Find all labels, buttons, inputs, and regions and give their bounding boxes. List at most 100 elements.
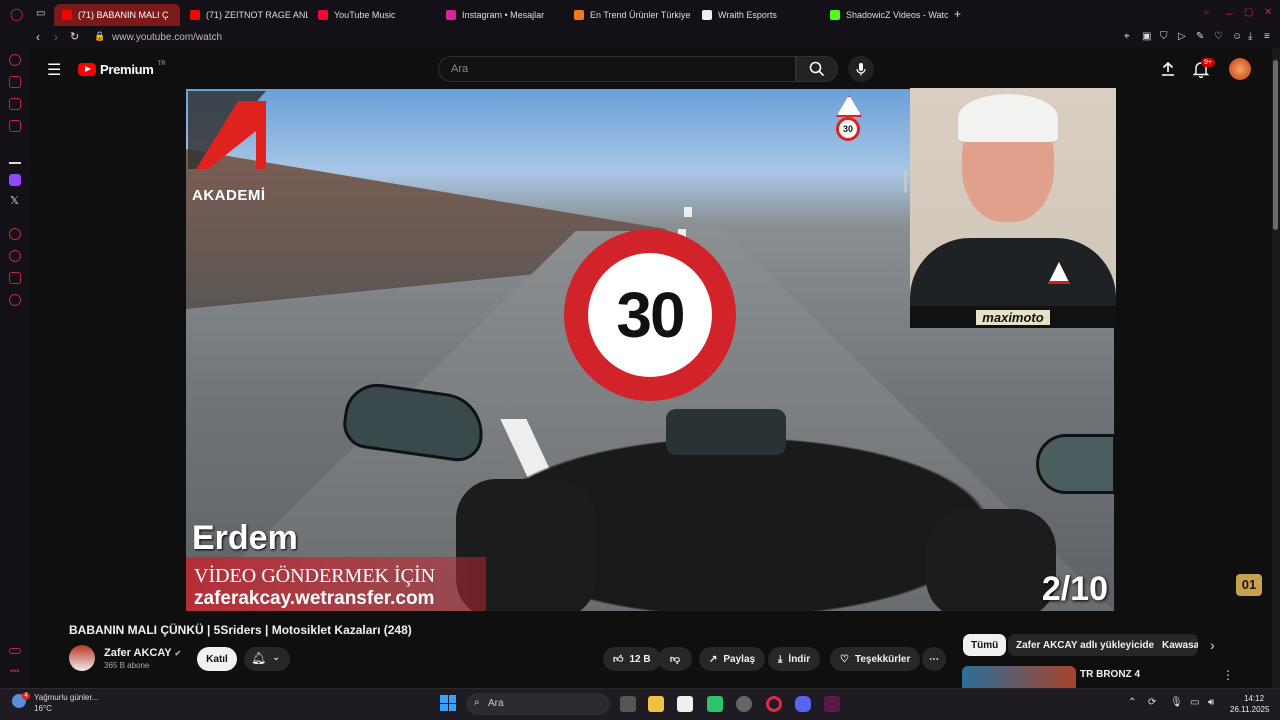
weather-text[interactable]: Yağmurlu günler... <box>34 693 98 702</box>
clock-app-icon[interactable] <box>736 696 752 712</box>
opera-browser-icon[interactable] <box>766 696 782 712</box>
player-icon[interactable] <box>9 228 21 240</box>
screenshot-icon[interactable]: ▣ <box>1142 31 1151 42</box>
search-tabs-icon[interactable]: ⌕ <box>1204 7 1210 18</box>
more-icon[interactable]: ••• <box>10 666 19 676</box>
akademi-logo <box>188 91 266 169</box>
channel-avatar[interactable] <box>69 645 95 671</box>
verified-icon: ✔ <box>174 649 182 658</box>
opera-menu-icon[interactable]: ◯ <box>10 7 23 21</box>
volume-icon[interactable]: 🔊︎ <box>1208 697 1214 708</box>
subscription-bell-button[interactable]: 🔔︎ ⌄ <box>244 647 290 671</box>
hamburger-menu-icon[interactable]: ☰ <box>47 60 61 80</box>
tab-label: (71) ZEITNOT RAGE ANLA <box>206 10 308 20</box>
search-input[interactable]: Ara <box>438 56 796 82</box>
tab-favicon-icon <box>62 10 72 20</box>
page-scrollbar-thumb[interactable] <box>1273 60 1278 230</box>
bag-icon[interactable] <box>9 76 21 88</box>
share-button[interactable]: ↗ Paylaş <box>699 647 766 671</box>
back-icon[interactable]: ‹ <box>36 30 40 44</box>
channel-watermark[interactable]: 01 <box>1236 574 1262 596</box>
battery-icon[interactable] <box>9 648 21 654</box>
new-tab-icon[interactable]: + <box>954 7 961 21</box>
tab-overview-icon[interactable]: ▭ <box>36 8 45 19</box>
taskbar-time[interactable]: 14:12 <box>1244 694 1264 703</box>
close-window-icon[interactable]: ✕ <box>1264 7 1272 18</box>
settings-icon[interactable] <box>9 294 21 306</box>
presenter-webcam: maximoto <box>910 88 1116 328</box>
tab-favicon-icon <box>190 10 200 20</box>
discord-icon[interactable] <box>795 696 811 712</box>
clock-icon[interactable] <box>9 250 21 262</box>
microphone-tray-icon[interactable]: 🎙︎ <box>1170 697 1183 708</box>
channel-name[interactable]: Zafer AKCAY ✔ <box>104 647 181 659</box>
spotify-like-app-icon[interactable] <box>707 696 723 712</box>
browser-sidebar: 𝕏 ••• <box>0 48 30 688</box>
edit-icon[interactable]: ✎ <box>1196 31 1204 42</box>
youtube-logo[interactable]: Premium TR <box>78 61 166 77</box>
heart-icon[interactable]: ♡ <box>1214 31 1223 42</box>
maximize-icon[interactable]: ▢ <box>1244 7 1253 18</box>
history-icon[interactable] <box>9 54 21 66</box>
download-button[interactable]: ⤓ İndir <box>768 647 821 671</box>
twitch-icon[interactable] <box>9 174 21 186</box>
extension-icon[interactable] <box>9 272 21 284</box>
url-field[interactable]: www.youtube.com/watch <box>112 32 222 43</box>
browser-tab[interactable]: Wraith Esports <box>694 4 820 26</box>
chat-icon[interactable] <box>9 98 21 110</box>
dislike-button[interactable]: 👎︎ <box>658 647 692 671</box>
play-icon[interactable]: ▷ <box>1178 31 1186 42</box>
task-view-icon[interactable] <box>620 696 636 712</box>
chip-all[interactable]: Tümü <box>963 634 1007 656</box>
rider-name: Erdem <box>192 519 298 557</box>
more-actions-button[interactable]: ⋯ <box>922 647 946 671</box>
chip-kawasaki[interactable]: Kawasa <box>1154 634 1198 656</box>
browser-tab[interactable]: En Trend Ürünler Türkiye <box>566 4 692 26</box>
join-button[interactable]: Katıl <box>197 647 237 671</box>
news-icon[interactable] <box>9 120 21 132</box>
shield-icon[interactable]: ⛉ <box>1160 31 1168 42</box>
browser-tab[interactable]: YouTube Music <box>310 4 436 26</box>
pin-icon[interactable]: ⌖ <box>1124 31 1130 42</box>
aria-icon[interactable] <box>9 152 21 164</box>
banner-line-1: VİDEO GÖNDERMEK İÇİN <box>194 565 436 587</box>
clip-counter: 2/10 <box>1041 570 1108 608</box>
upload-button[interactable] <box>1160 61 1176 82</box>
upload-icon <box>1162 61 1174 76</box>
forward-icon[interactable]: › <box>54 30 58 44</box>
taskbar-date[interactable]: 26.11.2025 <box>1230 705 1269 714</box>
recommendation-title[interactable]: TR BRONZ 4 <box>1080 669 1140 680</box>
start-button[interactable] <box>440 695 456 711</box>
network-icon[interactable]: ▭ <box>1190 697 1199 708</box>
thanks-button[interactable]: ♡ Teşekkürler <box>830 647 921 671</box>
browser-tab[interactable]: (71) BABANIN MALI Ç <box>54 4 180 26</box>
download-icon[interactable]: ⤓ <box>1248 31 1252 42</box>
small-road-sign <box>836 95 862 117</box>
lock-icon: 🔒 <box>94 31 106 41</box>
minimize-icon[interactable]: – <box>1226 6 1233 20</box>
tab-favicon-icon <box>702 10 712 20</box>
like-button[interactable]: 👍︎ 12 B <box>603 647 661 671</box>
search-button[interactable] <box>796 56 838 82</box>
app-icon[interactable] <box>824 696 840 712</box>
chevron-right-icon[interactable]: › <box>1210 637 1215 653</box>
share-icon: ↗ <box>709 653 718 665</box>
profile-icon[interactable]: ☺ <box>1232 31 1242 42</box>
voice-search-button[interactable] <box>848 56 874 82</box>
chip-uploader[interactable]: Zafer AKCAY adlı yükleyiciden <box>1008 634 1169 656</box>
file-explorer-icon[interactable] <box>648 696 664 712</box>
browser-tab[interactable]: ShadowicZ Videos - Watc <box>822 4 948 26</box>
capcut-icon[interactable] <box>677 696 693 712</box>
sync-icon[interactable]: ⟳ <box>1148 697 1156 708</box>
account-avatar[interactable] <box>1229 58 1251 80</box>
tray-chevron-icon[interactable]: ⌃ <box>1128 697 1136 708</box>
download-label: İndir <box>788 653 811 665</box>
menu-icon[interactable]: ≡ <box>1264 31 1270 42</box>
recommendation-menu-icon[interactable]: ⋮ <box>1222 668 1234 682</box>
taskbar-search[interactable]: Ara <box>466 693 610 715</box>
reload-icon[interactable]: ↻ <box>70 30 79 43</box>
x-icon[interactable]: 𝕏 <box>10 194 19 207</box>
browser-tab[interactable]: (71) ZEITNOT RAGE ANLA <box>182 4 308 26</box>
notifications-button[interactable]: 9+ <box>1192 58 1215 83</box>
browser-tab[interactable]: Instagram • Mesajlar <box>438 4 564 26</box>
